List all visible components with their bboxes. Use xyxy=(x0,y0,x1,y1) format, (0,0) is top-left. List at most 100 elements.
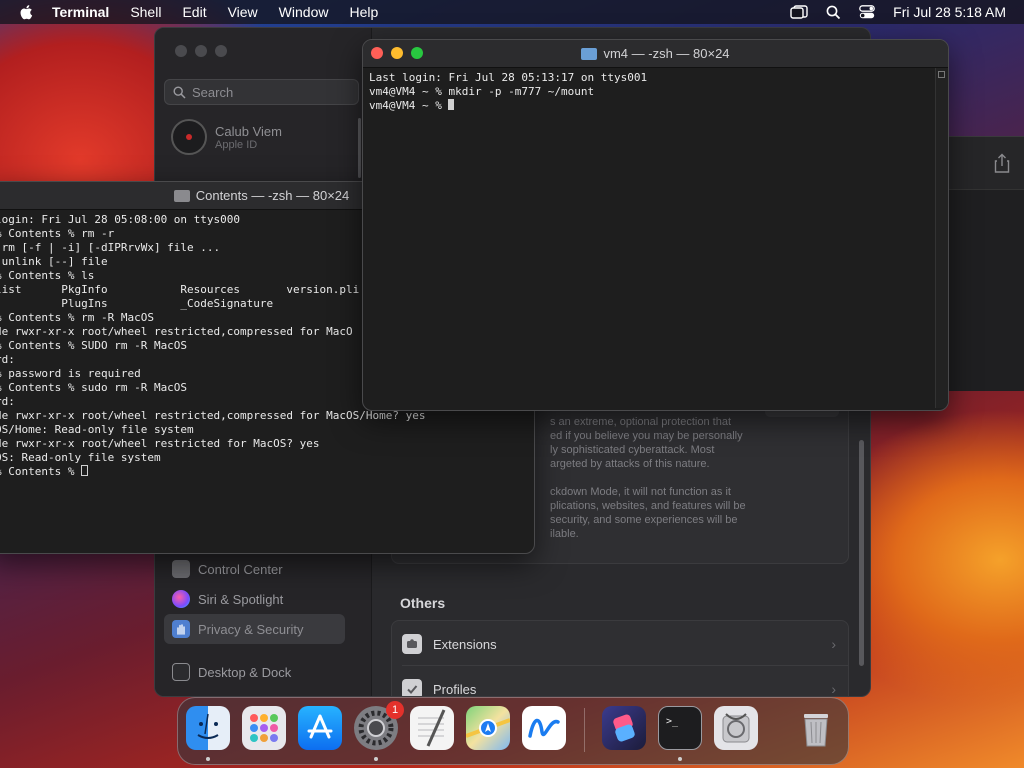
sidebar-item-siri-spotlight[interactable]: Siri & Spotlight xyxy=(164,584,345,614)
apple-id-row[interactable]: Calub Viem Apple ID xyxy=(171,119,282,155)
sidebar-item-label: Privacy & Security xyxy=(198,621,304,637)
privacy-hand-icon xyxy=(172,620,190,638)
terminal-line: OS/Home: Read-only file system xyxy=(0,423,194,436)
search-icon xyxy=(173,85,186,99)
lockdown-text-line: plications, websites, and features will … xyxy=(550,500,746,512)
search-placeholder: Search xyxy=(192,84,234,100)
running-indicator xyxy=(678,757,682,761)
terminal-icon[interactable]: >_ xyxy=(658,706,702,750)
share-icon[interactable] xyxy=(994,153,1010,173)
terminal-line: de rwxr-xr-x root/wheel restricted,compr… xyxy=(0,409,426,422)
zoom-button[interactable] xyxy=(215,45,227,57)
text-cursor xyxy=(448,99,455,110)
textedit-icon[interactable] xyxy=(410,706,454,750)
menu-extras: Fri Jul 28 5:18 AM xyxy=(790,0,1006,24)
content-scrollbar[interactable] xyxy=(859,440,864,666)
sidebar-item-label: Desktop & Dock xyxy=(198,664,292,680)
divider xyxy=(402,665,848,666)
window-title: Contents — -zsh — 80×24 xyxy=(195,188,350,203)
control-center-icon xyxy=(172,560,190,578)
shortcuts-icon[interactable] xyxy=(602,706,646,750)
others-section-title: Others xyxy=(400,595,446,611)
terminal-output[interactable]: Last login: Fri Jul 28 05:13:17 on ttys0… xyxy=(363,68,948,116)
sidebar-item-privacy-security[interactable]: Privacy & Security xyxy=(164,614,345,644)
terminal-prompt-line[interactable]: % Contents % xyxy=(0,465,528,479)
lockdown-text-line: ckdown Mode, it will not function as it xyxy=(550,486,731,498)
sidebar-item-desktop-dock[interactable]: Desktop & Dock xyxy=(164,657,345,687)
terminal-titlebar[interactable]: vm4 — -zsh — 80×24 xyxy=(363,40,948,68)
launchpad-icon[interactable] xyxy=(242,706,286,750)
sidebar-item-label: Control Center xyxy=(198,561,283,577)
close-button[interactable] xyxy=(371,47,383,59)
desktop-dock-icon xyxy=(172,663,190,681)
trash-icon[interactable] xyxy=(794,706,838,750)
window-title: vm4 — -zsh — 80×24 xyxy=(603,46,730,61)
dock: >_ xyxy=(177,697,849,765)
finder-icon[interactable] xyxy=(186,706,230,750)
avatar xyxy=(171,119,207,155)
svg-text:>_: >_ xyxy=(666,716,679,727)
lockdown-text-line: s an extreme, optional protection that xyxy=(550,416,731,428)
stage-manager-icon[interactable] xyxy=(790,5,808,19)
lockdown-text-line: ilable. xyxy=(550,528,579,540)
terminal-scrollbar[interactable] xyxy=(935,68,948,408)
control-center-icon[interactable] xyxy=(859,5,876,19)
scroll-marker xyxy=(938,71,945,78)
zoom-button[interactable] xyxy=(411,47,423,59)
text-cursor xyxy=(81,465,89,476)
list-item-label: Extensions xyxy=(433,636,497,652)
menu-shell[interactable]: Shell xyxy=(130,4,161,20)
siri-icon xyxy=(172,590,190,608)
lockdown-text-line: ly sophisticated cyberattack. Most xyxy=(550,444,715,456)
sidebar-scrollbar[interactable] xyxy=(358,118,361,178)
folder-icon xyxy=(173,189,190,202)
list-item-profiles[interactable]: Profiles › xyxy=(392,668,848,697)
terminal-prompt: vm4@VM4 ~ % xyxy=(369,99,449,112)
terminal-window-vm4: vm4 — -zsh — 80×24 Last login: Fri Jul 2… xyxy=(362,39,949,411)
menu-help[interactable]: Help xyxy=(349,4,378,20)
sidebar-item-control-center[interactable]: Control Center xyxy=(164,554,345,584)
profiles-icon xyxy=(402,679,422,696)
user-subtitle: Apple ID xyxy=(215,138,258,151)
folder-icon xyxy=(581,47,598,60)
chevron-right-icon: › xyxy=(831,636,836,652)
terminal-prompt-line[interactable]: vm4@VM4 ~ % xyxy=(369,99,942,113)
sidebar-item-label: Siri & Spotlight xyxy=(198,591,284,607)
settings-search-field[interactable]: Search xyxy=(164,79,359,105)
list-item-label: Profiles xyxy=(433,681,477,697)
menu-app-name[interactable]: Terminal xyxy=(52,4,109,20)
menu-window[interactable]: Window xyxy=(279,4,329,20)
terminal-line: OS: Read-only file system xyxy=(0,451,161,464)
chevron-right-icon: › xyxy=(831,681,836,697)
notification-badge: 1 xyxy=(386,701,404,719)
app-store-icon[interactable] xyxy=(298,706,342,750)
menu-bar: Terminal Shell Edit View Window Help Fri… xyxy=(0,0,1024,24)
maps-icon[interactable] xyxy=(465,706,511,750)
lockdown-text-line: security, and some experiences will be xyxy=(550,514,738,526)
terminal-prompt: % Contents % xyxy=(0,465,82,478)
user-name: Calub Viem xyxy=(215,123,282,139)
terminal-line: vm4@VM4 ~ % mkdir -p -m777 ~/mount xyxy=(369,85,595,98)
lockdown-text-line: ed if you believe you may be personally xyxy=(550,430,743,442)
terminal-line: Last login: Fri Jul 28 05:13:17 on ttys0… xyxy=(369,71,648,84)
list-item-extensions[interactable]: Extensions › xyxy=(392,623,848,665)
terminal-line: de rwxr-xr-x root/wheel restricted for M… xyxy=(0,437,320,450)
dock-separator xyxy=(584,708,585,752)
background-window-toolbar xyxy=(940,137,1024,190)
apple-menu-icon[interactable] xyxy=(18,3,36,21)
menu-clock[interactable]: Fri Jul 28 5:18 AM xyxy=(893,4,1006,20)
disk-utility-icon[interactable] xyxy=(714,706,758,750)
minimize-button[interactable] xyxy=(195,45,207,57)
spotlight-search-icon[interactable] xyxy=(826,5,841,20)
menu-view[interactable]: View xyxy=(228,4,258,20)
menu-edit[interactable]: Edit xyxy=(182,4,206,20)
extensions-icon xyxy=(402,634,422,654)
lockdown-text-line: argeted by attacks of this nature. xyxy=(550,458,710,470)
close-button[interactable] xyxy=(175,45,187,57)
others-list: Extensions › Profiles › xyxy=(391,620,849,697)
freeform-icon[interactable] xyxy=(522,706,566,750)
background-window xyxy=(940,136,1024,391)
running-indicator xyxy=(206,757,210,761)
minimize-button[interactable] xyxy=(391,47,403,59)
running-indicator xyxy=(374,757,378,761)
